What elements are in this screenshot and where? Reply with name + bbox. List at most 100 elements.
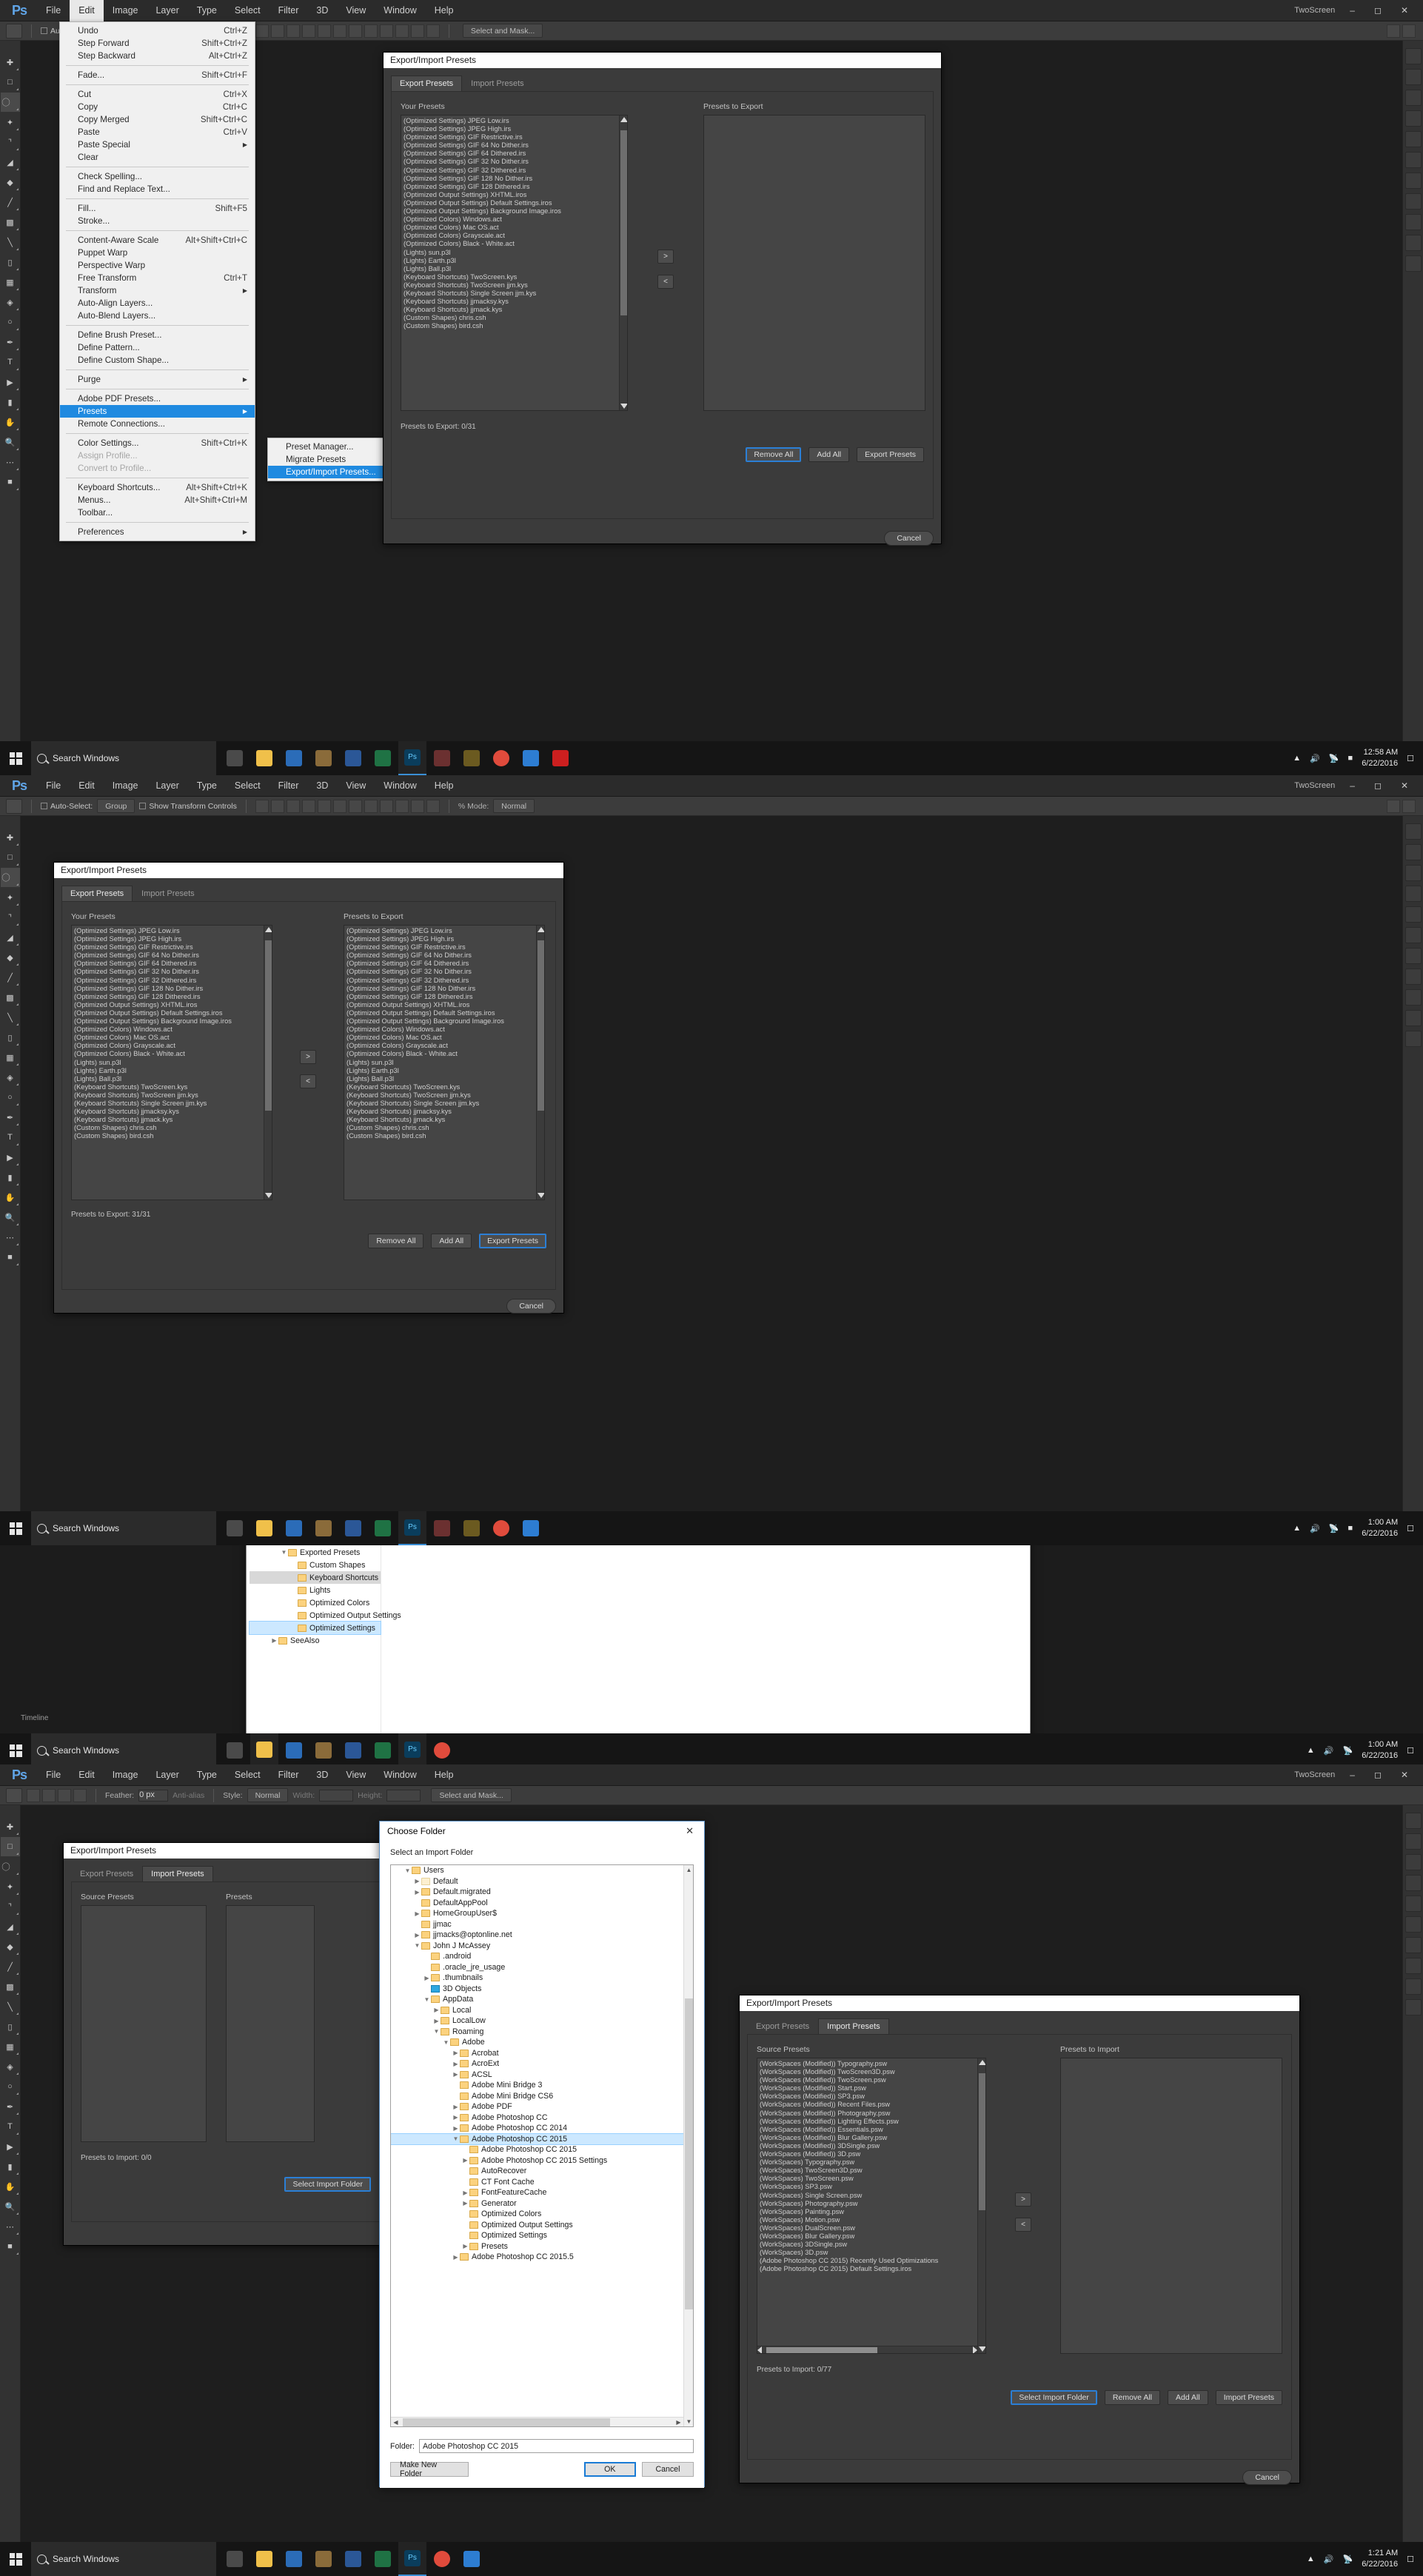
taskbar-icon-excel-2[interactable] — [369, 1511, 397, 1545]
taskbar-icon-edge[interactable] — [517, 741, 545, 775]
preset-list-item[interactable]: (WorkSpaces) TwoScreen3D.psw — [760, 2167, 983, 2175]
chevron-right-icon[interactable]: ▶ — [452, 2050, 460, 2056]
taskbar-icon-store-3[interactable] — [309, 1733, 338, 1767]
add-all-button[interactable]: Add All — [808, 447, 849, 462]
volume-icon-4[interactable]: 🔊 — [1324, 2555, 1334, 2564]
menu-help[interactable]: Help — [426, 0, 463, 21]
preset-list-item[interactable]: (Optimized Settings) GIF 128 No Dither.i… — [404, 175, 625, 183]
preset-list-item[interactable]: (WorkSpaces) Typography.psw — [760, 2158, 983, 2167]
preset-list-item[interactable]: (Optimized Output Settings) Default Sett… — [404, 199, 625, 207]
tool-move-icon[interactable]: ✚ — [1, 53, 20, 72]
preset-list-item[interactable]: (WorkSpaces) SP3.psw — [760, 2183, 983, 2191]
taskbar-icon-mail[interactable] — [280, 741, 308, 775]
preset-list-item[interactable]: (Optimized Settings) GIF 32 No Dither.ir… — [404, 158, 625, 166]
panel-swatches-icon-4[interactable] — [1405, 1833, 1422, 1850]
tab-import-presets-4b[interactable]: Import Presets — [818, 2018, 889, 2034]
tree-node-adobe-photoshop-cc-2014[interactable]: ▶Adobe Photoshop CC 2014 — [391, 2123, 693, 2134]
panel-paths-icon-4[interactable] — [1405, 1937, 1422, 1953]
menu-type-2[interactable]: Type — [188, 775, 226, 797]
tool-history-brush-icon-4[interactable]: ╲ — [1, 1997, 20, 2016]
preset-list-item[interactable]: (Adobe Photoshop CC 2015) Default Settin… — [760, 2265, 983, 2273]
preset-list-item[interactable]: (Optimized Settings) GIF 64 Dithered.irs — [74, 960, 269, 968]
panel-properties-icon[interactable] — [1405, 235, 1422, 251]
chevron-right-icon[interactable]: ▶ — [413, 1910, 421, 1917]
close-icon-2[interactable]: ✕ — [1396, 780, 1413, 791]
preset-list-item[interactable]: (Optimized Colors) Windows.act — [346, 1026, 542, 1034]
scroll-down-arrow-icon[interactable] — [620, 404, 628, 409]
marquee-tool-icon-4[interactable] — [6, 1788, 22, 1803]
tree-node-adobe-photoshop-cc-2015[interactable]: ▼Adobe Photoshop CC 2015 — [391, 2134, 693, 2145]
tool-type-icon-2[interactable]: T — [1, 1128, 20, 1147]
select-and-mask-button[interactable]: Select and Mask... — [463, 24, 543, 38]
nav-item-seealso[interactable]: ▶SeeAlso — [250, 1634, 381, 1647]
preset-list-item[interactable]: (Lights) sun.p3l — [74, 1059, 269, 1067]
presets-to-import-list-4b[interactable] — [1060, 2058, 1282, 2354]
edit-dropdown-menu[interactable]: UndoCtrl+ZStep ForwardShift+Ctrl+ZStep B… — [59, 21, 255, 541]
menu-window-2[interactable]: Window — [375, 775, 425, 797]
maximize-icon-2[interactable]: ◻ — [1370, 780, 1386, 791]
start-button-4[interactable] — [0, 2542, 31, 2576]
panel-adjustments-icon-4[interactable] — [1405, 1854, 1422, 1870]
tool-blur-icon[interactable]: ◈ — [1, 292, 20, 312]
presets-submenu-item-export-import-presets[interactable]: Export/Import Presets... — [268, 466, 384, 478]
edit-menu-item-presets[interactable]: Presets▶ — [60, 405, 255, 418]
preset-list-item[interactable]: (Keyboard Shortcuts) Single Screen jjm.k… — [404, 290, 625, 298]
edit-menu-item-preferences[interactable]: Preferences▶ — [60, 526, 255, 538]
tool-hand-icon-4[interactable]: ✋ — [1, 2177, 20, 2196]
tool-marquee-icon-2[interactable]: □ — [1, 848, 20, 867]
menu-layer[interactable]: Layer — [147, 0, 187, 21]
tree-node-adobe-photoshop-cc-2015[interactable]: Adobe Photoshop CC 2015 — [391, 2144, 693, 2155]
chevron-right-icon[interactable]: ▶ — [423, 1975, 431, 1981]
tool-gradient-icon-2[interactable]: ▦ — [1, 1048, 20, 1067]
preset-list-item[interactable]: (Custom Shapes) bird.csh — [74, 1132, 269, 1140]
panel-actions-icon-4[interactable] — [1405, 1978, 1422, 1995]
preset-list-item[interactable]: (Optimized Colors) Mac OS.act — [346, 1034, 542, 1042]
preset-list-item[interactable]: (Custom Shapes) chris.csh — [74, 1124, 269, 1132]
menu-edit[interactable]: Edit — [70, 0, 104, 21]
taskbar-icon-photoshop-2[interactable]: Ps — [398, 1511, 426, 1545]
chevron-down-icon[interactable]: ▼ — [432, 2028, 441, 2035]
tab-export-presets-4b[interactable]: Export Presets — [747, 2018, 818, 2034]
move-left-button-4b[interactable]: < — [1015, 2218, 1031, 2232]
preset-list-item[interactable]: (Optimized Output Settings) Background I… — [74, 1017, 269, 1026]
taskbar-search-box-4[interactable]: Search Windows — [31, 2542, 216, 2576]
menu-3d-2[interactable]: 3D — [307, 775, 337, 797]
folder-name-input-import[interactable]: Adobe Photoshop CC 2015 — [419, 2439, 694, 2453]
edit-menu-item-paste[interactable]: PasteCtrl+V — [60, 126, 255, 138]
preset-list-item[interactable]: (Optimized Settings) GIF 128 No Dither.i… — [74, 985, 269, 993]
tree-node-adobe-photoshop-cc-2015-settings[interactable]: ▶Adobe Photoshop CC 2015 Settings — [391, 2155, 693, 2167]
tool-brush-icon-4[interactable]: ╱ — [1, 1957, 20, 1976]
preset-list-item[interactable]: (Lights) sun.p3l — [346, 1059, 542, 1067]
panel-libraries-icon-4[interactable] — [1405, 1875, 1422, 1891]
taskbar-icon-store-2[interactable] — [309, 1511, 338, 1545]
menu-view-4[interactable]: View — [337, 1764, 375, 1786]
presets-submenu-item-preset-manager[interactable]: Preset Manager... — [268, 441, 384, 453]
panel-actions-icon[interactable] — [1405, 214, 1422, 230]
chevron-down-icon[interactable]: ▼ — [413, 1942, 421, 1949]
edit-menu-item-remote-connections[interactable]: Remote Connections... — [60, 418, 255, 430]
tool-path-select-icon-4[interactable]: ▶ — [1, 2137, 20, 2156]
scroll-down-icon-import[interactable]: ▼ — [684, 2417, 694, 2426]
panel-adjustments-icon[interactable] — [1405, 90, 1422, 106]
network-icon-3[interactable]: 📡 — [1342, 1746, 1353, 1756]
tool-pen-icon-4[interactable]: ✒ — [1, 2097, 20, 2116]
menu-image-2[interactable]: Image — [104, 775, 147, 797]
action-center-icon[interactable]: ☐ — [1407, 754, 1414, 763]
hscroll-right-icon-4b[interactable] — [973, 2346, 977, 2354]
tool-gradient-icon-4[interactable]: ▦ — [1, 2037, 20, 2056]
taskbar-clock-4[interactable]: 1:21 AM 6/22/2016 — [1362, 2548, 1398, 2570]
tree-node-defaultapppool[interactable]: DefaultAppPool — [391, 1898, 693, 1909]
preset-list-item[interactable]: (Keyboard Shortcuts) TwoScreen.kys — [74, 1083, 269, 1091]
taskbar-search-box-2[interactable]: Search Windows — [31, 1511, 216, 1545]
taskbar-icon-mail-2[interactable] — [280, 1511, 308, 1545]
chevron-down-icon[interactable]: ▼ — [404, 1867, 412, 1874]
scroll-thumb-4b[interactable] — [979, 2073, 985, 2210]
preset-list-item[interactable]: (Optimized Output Settings) Background I… — [404, 207, 625, 215]
volume-icon[interactable]: 🔊 — [1310, 754, 1320, 763]
preset-list-item[interactable]: (Optimized Colors) Black - White.act — [346, 1050, 542, 1058]
panel-history-icon-4[interactable] — [1405, 1958, 1422, 1974]
taskbar-clock-3[interactable]: 1:00 AM 6/22/2016 — [1362, 1739, 1398, 1762]
preset-list-item[interactable]: (Keyboard Shortcuts) TwoScreen jjm.kys — [74, 1091, 269, 1100]
edit-menu-item-find-and-replace-text[interactable]: Find and Replace Text... — [60, 183, 255, 195]
chevron-right-icon[interactable]: ▶ — [452, 2125, 460, 2132]
